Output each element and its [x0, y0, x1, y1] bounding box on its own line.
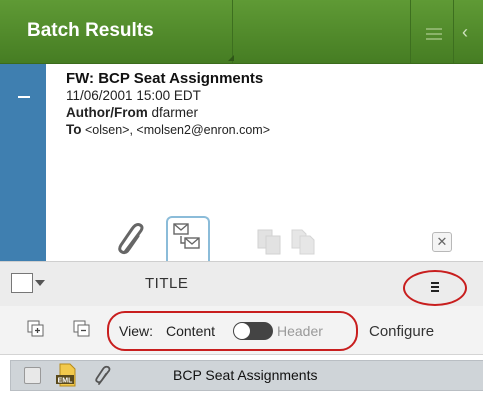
header-view-option[interactable]: Header: [277, 323, 323, 339]
configure-button[interactable]: Configure: [369, 323, 434, 340]
copy-document-icon[interactable]: [255, 226, 285, 260]
select-all-checkbox[interactable]: [11, 273, 33, 293]
duplicate-document-icon[interactable]: [289, 226, 319, 260]
resize-corner-icon[interactable]: [228, 55, 234, 61]
author-label: Author/From: [66, 105, 148, 120]
to-label: To: [66, 122, 82, 137]
eml-file-icon: EML: [56, 363, 76, 387]
collapse-panel-chevron-icon[interactable]: ‹: [462, 22, 468, 43]
email-view-tab[interactable]: [166, 216, 210, 263]
attachment-paperclip-icon: [95, 365, 111, 385]
email-author: Author/From dfarmer: [66, 105, 198, 120]
email-datetime: 11/06/2001 15:00 EDT: [66, 88, 201, 103]
select-options-chevron-down-icon[interactable]: [35, 280, 45, 286]
view-label: View:: [119, 323, 153, 339]
list-title-bar: TITLE: [0, 261, 483, 307]
header-menu-icon[interactable]: [426, 28, 442, 40]
table-row[interactable]: EML BCP Seat Assignments: [10, 360, 483, 391]
row-checkbox[interactable]: [24, 367, 41, 384]
header-divider: [410, 0, 411, 63]
expand-all-icon[interactable]: [27, 320, 45, 338]
column-menu-icon[interactable]: [431, 282, 439, 294]
content-header-toggle[interactable]: [233, 322, 273, 340]
to-value: <olsen>, <molsen2@enron.com>: [84, 123, 271, 137]
title-menu-highlight: [403, 270, 467, 306]
collapse-all-icon[interactable]: [73, 320, 91, 338]
results-toolbar: View: Content Header Configure: [0, 306, 483, 355]
attachment-paperclip-icon[interactable]: [115, 220, 151, 260]
toggle-knob[interactable]: [234, 323, 250, 339]
email-subject[interactable]: FW: BCP Seat Assignments: [66, 70, 263, 87]
card-collapse-strip[interactable]: [0, 64, 46, 261]
result-title[interactable]: BCP Seat Assignments: [173, 367, 317, 383]
batch-results-header: Batch Results ‹: [0, 0, 483, 64]
author-value: dfarmer: [151, 105, 199, 120]
close-icon[interactable]: ✕: [432, 232, 452, 252]
email-to: To <olsen>, <molsen2@enron.com>: [66, 122, 270, 137]
title-column-label[interactable]: TITLE: [145, 275, 188, 292]
header-divider: [453, 0, 454, 63]
email-envelope-icon: [173, 223, 200, 249]
view-mode-highlight: View: Content Header: [107, 311, 358, 351]
eml-file-type-label: EML: [58, 378, 74, 385]
collapse-icon[interactable]: [18, 96, 30, 98]
content-view-option[interactable]: Content: [166, 323, 215, 339]
header-divider: [232, 0, 233, 63]
panel-title: Batch Results: [27, 20, 154, 41]
